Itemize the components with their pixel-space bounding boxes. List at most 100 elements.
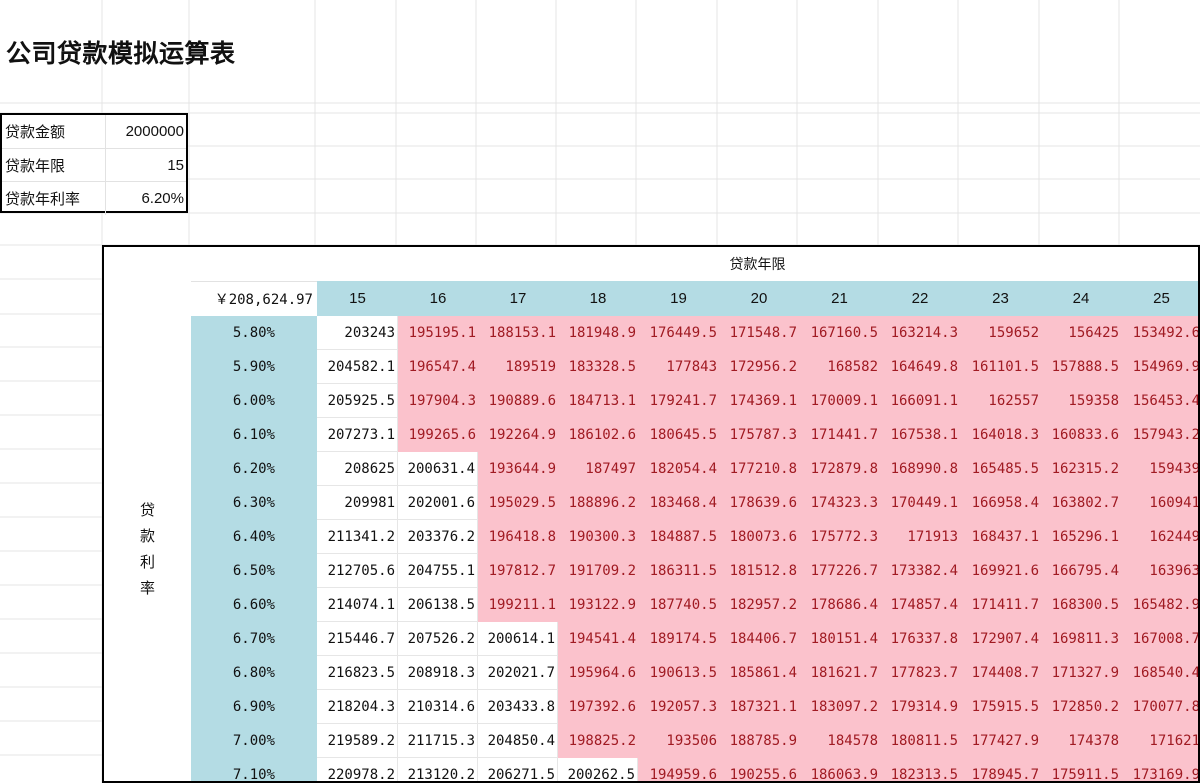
table-cell[interactable]: 198825.2: [558, 724, 638, 758]
table-cell[interactable]: 183097.2: [799, 690, 880, 724]
year-header-21[interactable]: 21: [799, 281, 880, 316]
table-cell[interactable]: 180811.5: [880, 724, 960, 758]
table-cell[interactable]: 193644.9: [478, 452, 558, 486]
table-cell[interactable]: 204755.1: [398, 554, 478, 588]
table-cell[interactable]: 192264.9: [478, 418, 558, 452]
table-cell[interactable]: 170077.8: [1121, 690, 1198, 724]
table-cell[interactable]: 190300.3: [558, 520, 638, 554]
table-cell[interactable]: 172907.4: [960, 622, 1041, 656]
table-cell[interactable]: 163963: [1121, 554, 1198, 588]
rate-header-13[interactable]: 7.10%: [191, 758, 317, 781]
table-cell[interactable]: 179314.9: [880, 690, 960, 724]
table-cell[interactable]: 193506: [638, 724, 719, 758]
rate-header-11[interactable]: 6.90%: [191, 690, 317, 724]
table-cell[interactable]: 167008.7: [1121, 622, 1198, 656]
table-cell[interactable]: 187740.5: [638, 588, 719, 622]
table-cell[interactable]: 171621: [1121, 724, 1198, 758]
table-cell[interactable]: 170009.1: [799, 384, 880, 418]
table-cell[interactable]: 180151.4: [799, 622, 880, 656]
table-cell[interactable]: 171327.9: [1041, 656, 1121, 690]
rate-header-2[interactable]: 6.00%: [191, 384, 317, 418]
table-cell[interactable]: 220978.2: [317, 758, 398, 781]
table-cell[interactable]: 184578: [799, 724, 880, 758]
table-cell[interactable]: 215446.7: [317, 622, 398, 656]
table-cell[interactable]: 199211.1: [478, 588, 558, 622]
table-cell[interactable]: 195195.1: [398, 316, 478, 350]
table-cell[interactable]: 172879.8: [799, 452, 880, 486]
table-cell[interactable]: 188785.9: [719, 724, 799, 758]
table-cell[interactable]: 175911.5: [1041, 758, 1121, 781]
table-cell[interactable]: 159652: [960, 316, 1041, 350]
table-cell[interactable]: 211715.3: [398, 724, 478, 758]
table-cell[interactable]: 206271.5: [478, 758, 558, 781]
table-cell[interactable]: 184406.7: [719, 622, 799, 656]
table-cell[interactable]: 175787.3: [719, 418, 799, 452]
param-row-amount[interactable]: 贷款金额 2000000: [2, 115, 186, 148]
table-cell[interactable]: 206138.5: [398, 588, 478, 622]
table-cell[interactable]: 177226.7: [799, 554, 880, 588]
table-cell[interactable]: 200631.4: [398, 452, 478, 486]
table-cell[interactable]: 165296.1: [1041, 520, 1121, 554]
table-cell[interactable]: 208625: [317, 452, 398, 486]
year-header-17[interactable]: 17: [478, 281, 558, 316]
year-header-24[interactable]: 24: [1041, 281, 1121, 316]
table-cell[interactable]: 173169.9: [1121, 758, 1198, 781]
table-cell[interactable]: 175915.5: [960, 690, 1041, 724]
table-cell[interactable]: 171913: [880, 520, 960, 554]
table-cell[interactable]: 202001.6: [398, 486, 478, 520]
table-cell[interactable]: 176449.5: [638, 316, 719, 350]
param-value-rate[interactable]: 6.20%: [106, 190, 186, 207]
table-cell[interactable]: 169921.6: [960, 554, 1041, 588]
table-cell[interactable]: 189519: [478, 350, 558, 384]
year-header-23[interactable]: 23: [960, 281, 1041, 316]
table-cell[interactable]: 216823.5: [317, 656, 398, 690]
table-cell[interactable]: 165485.5: [960, 452, 1041, 486]
table-cell[interactable]: 166795.4: [1041, 554, 1121, 588]
table-cell[interactable]: 172850.2: [1041, 690, 1121, 724]
rate-header-6[interactable]: 6.40%: [191, 520, 317, 554]
table-cell[interactable]: 156425: [1041, 316, 1121, 350]
table-cell[interactable]: 166958.4: [960, 486, 1041, 520]
rate-header-0[interactable]: 5.80%: [191, 316, 317, 350]
table-cell[interactable]: 197904.3: [398, 384, 478, 418]
table-cell[interactable]: 194959.6: [638, 758, 719, 781]
table-cell[interactable]: 181621.7: [799, 656, 880, 690]
table-cell[interactable]: 199265.6: [398, 418, 478, 452]
table-cell[interactable]: 157943.2: [1121, 418, 1198, 452]
table-cell[interactable]: 212705.6: [317, 554, 398, 588]
table-cell[interactable]: 182313.5: [880, 758, 960, 781]
table-cell[interactable]: 176337.8: [880, 622, 960, 656]
table-cell[interactable]: 196547.4: [398, 350, 478, 384]
year-header-16[interactable]: 16: [398, 281, 478, 316]
table-cell[interactable]: 190255.6: [719, 758, 799, 781]
param-row-years[interactable]: 贷款年限 15: [2, 148, 186, 182]
table-cell[interactable]: 184887.5: [638, 520, 719, 554]
year-header-19[interactable]: 19: [638, 281, 719, 316]
table-cell[interactable]: 159358: [1041, 384, 1121, 418]
table-cell[interactable]: 197812.7: [478, 554, 558, 588]
formula-result-cell[interactable]: ￥208,624.97: [191, 281, 317, 316]
param-value-years[interactable]: 15: [106, 157, 186, 174]
table-cell[interactable]: 186063.9: [799, 758, 880, 781]
table-cell[interactable]: 177843: [638, 350, 719, 384]
table-cell[interactable]: 177210.8: [719, 452, 799, 486]
table-cell[interactable]: 174323.3: [799, 486, 880, 520]
table-cell[interactable]: 204582.1: [317, 350, 398, 384]
table-cell[interactable]: 205925.5: [317, 384, 398, 418]
rate-header-10[interactable]: 6.80%: [191, 656, 317, 690]
table-cell[interactable]: 186102.6: [558, 418, 638, 452]
table-cell[interactable]: 185861.4: [719, 656, 799, 690]
table-cell[interactable]: 156453.4: [1121, 384, 1198, 418]
table-cell[interactable]: 160833.6: [1041, 418, 1121, 452]
table-cell[interactable]: 207526.2: [398, 622, 478, 656]
table-cell[interactable]: 200614.1: [478, 622, 558, 656]
table-cell[interactable]: 203243: [317, 316, 398, 350]
table-cell[interactable]: 167538.1: [880, 418, 960, 452]
table-cell[interactable]: 183328.5: [558, 350, 638, 384]
table-cell[interactable]: 174857.4: [880, 588, 960, 622]
table-cell[interactable]: 162315.2: [1041, 452, 1121, 486]
table-cell[interactable]: 190613.5: [638, 656, 719, 690]
table-cell[interactable]: 187497: [558, 452, 638, 486]
table-cell[interactable]: 190889.6: [478, 384, 558, 418]
table-cell[interactable]: 157888.5: [1041, 350, 1121, 384]
